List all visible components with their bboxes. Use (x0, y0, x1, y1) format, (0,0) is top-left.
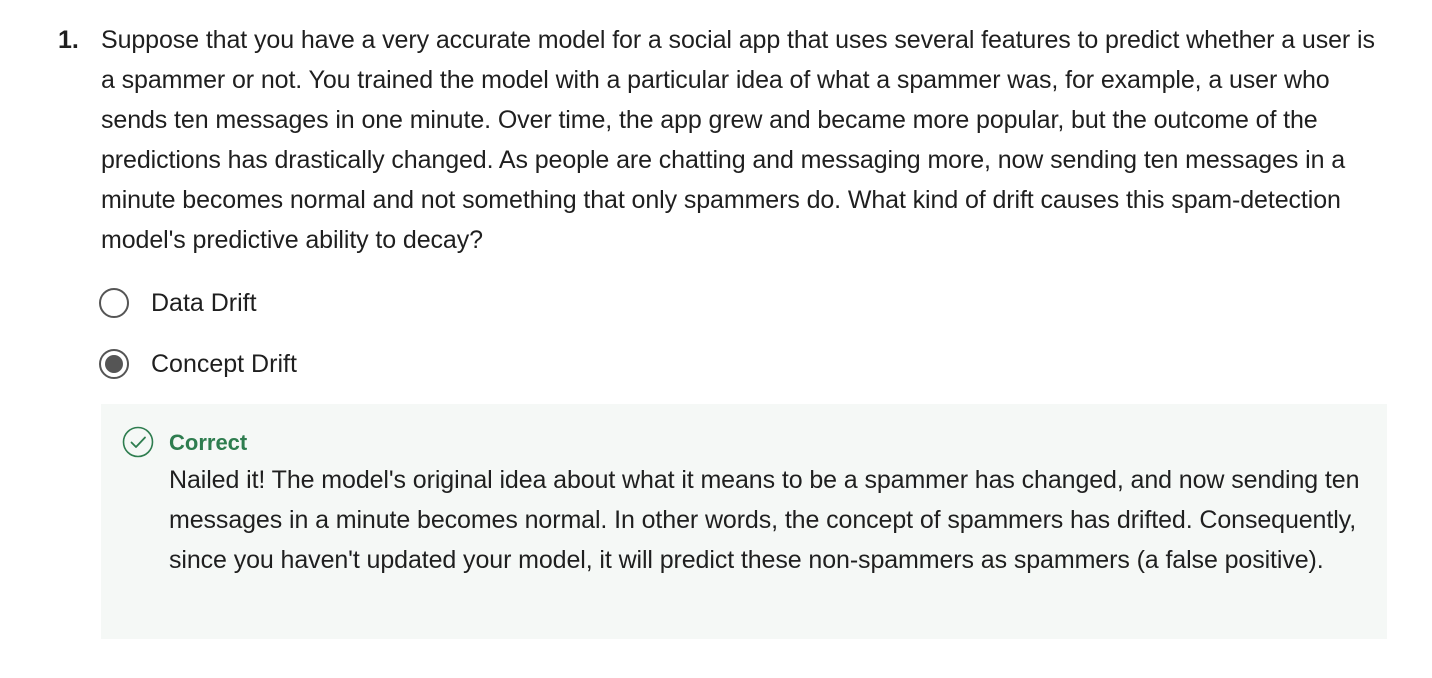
radio-dot (105, 355, 123, 373)
radio-button-unselected[interactable] (99, 288, 129, 318)
option-label: Concept Drift (151, 350, 297, 378)
feedback-text: Nailed it! The model's original idea abo… (169, 466, 1360, 574)
feedback-status: Correct (169, 430, 248, 455)
option-data-drift[interactable]: Data Drift (99, 286, 257, 320)
radio-button-selected[interactable] (99, 349, 129, 379)
option-label: Data Drift (151, 289, 257, 317)
question-text: Suppose that you have a very accurate mo… (101, 26, 1375, 254)
check-circle-icon (122, 426, 154, 458)
question-number: 1. (58, 26, 79, 54)
feedback-panel: Correct Nailed it! The model's original … (101, 404, 1387, 639)
option-concept-drift[interactable]: Concept Drift (99, 347, 297, 381)
